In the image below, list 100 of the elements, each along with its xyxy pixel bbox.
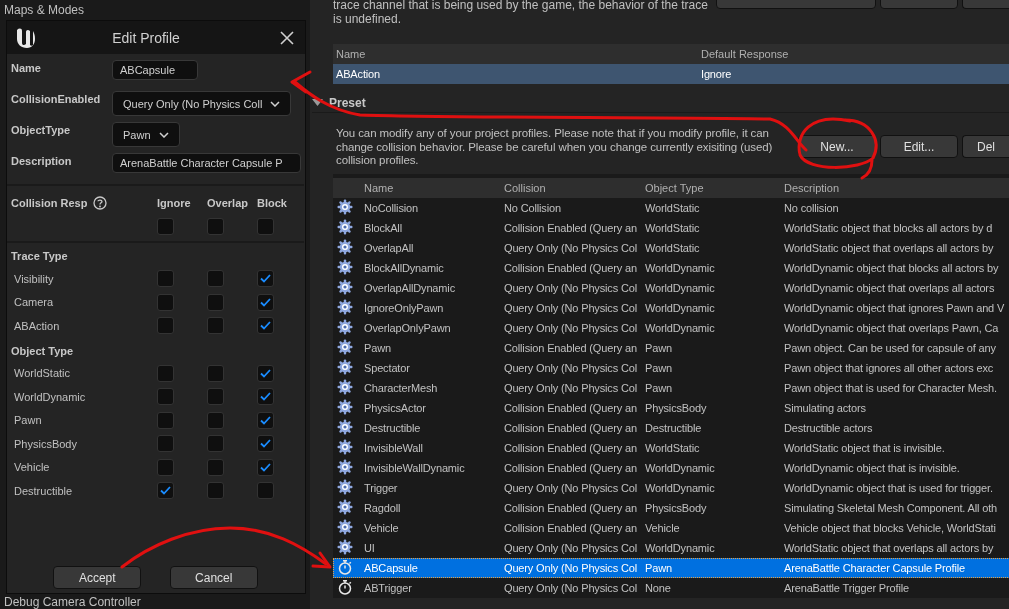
- checkbox[interactable]: [257, 411, 274, 429]
- table-cell-text: IgnoreOnlyPawn: [363, 302, 445, 314]
- checkbox[interactable]: [157, 435, 174, 453]
- checkbox[interactable]: [157, 270, 174, 288]
- toolbar-button[interactable]: Del: [962, 135, 1009, 158]
- table-cell-text: WorldStatic object that overlaps all actors by: [783, 242, 995, 254]
- column-header[interactable]: Collision: [502, 182, 643, 194]
- checkbox[interactable]: [257, 482, 274, 500]
- panel-item[interactable]: Maps & Modes: [4, 4, 310, 17]
- checkbox[interactable]: [257, 458, 274, 476]
- panel-item[interactable]: Debug Camera Controller: [4, 596, 310, 609]
- checkbox[interactable]: [207, 293, 224, 311]
- table-row[interactable]: OverlapOnlyPawn Query Only (No Physics Col WorldDynamic WorldDynamic object that overlaps Pawn, Ca: [333, 318, 1009, 338]
- check-icon: [260, 368, 271, 378]
- table-row[interactable]: ABCapsule Query Only (No Physics Col Pawn ArenaBattle Character Capsule Profile: [333, 558, 1009, 578]
- table-row[interactable]: NoCollision No Collision WorldStatic No collision: [333, 198, 1009, 218]
- checkbox[interactable]: [207, 435, 224, 453]
- table-row[interactable]: ABAction Ignore: [333, 64, 1009, 84]
- dropdown[interactable]: Query Only (No Physics Coll: [112, 91, 292, 116]
- column-header[interactable]: Default Response: [698, 48, 1009, 60]
- caret-icon: [158, 131, 169, 138]
- table-cell-text: Pawn: [363, 342, 392, 354]
- table-row[interactable]: Vehicle Collision Enabled (Query an Vehicle Vehicle object that blocks Vehicle, WorldStati: [333, 518, 1009, 538]
- checkbox[interactable]: [157, 388, 174, 406]
- gear-icon: [337, 339, 353, 355]
- checkbox[interactable]: [257, 364, 274, 382]
- table-cell-text: ArenaBattle Character Capsule Profile: [783, 562, 966, 574]
- gear-icon: [337, 379, 353, 395]
- gear-icon: [337, 399, 353, 415]
- checkbox[interactable]: [157, 317, 174, 335]
- table-cell-text: WorldDynamic object that overlaps all actors: [783, 282, 996, 294]
- table-row[interactable]: Pawn Collision Enabled (Query an Pawn Pawn object. Can be used for capsule of any: [333, 338, 1009, 358]
- table-row[interactable]: BlockAllDynamic Collision Enabled (Query an WorldDynamic WorldDynamic object that blocks all actors by: [333, 258, 1009, 278]
- checkbox[interactable]: [257, 293, 274, 311]
- gear-icon: [337, 299, 353, 315]
- column-header[interactable]: Description: [782, 182, 1009, 194]
- column-header[interactable]: Name: [333, 48, 698, 60]
- checkbox[interactable]: [257, 270, 274, 288]
- row-label: Pawn: [13, 414, 43, 427]
- table-cell-text: None: [644, 582, 672, 594]
- gear-icon: [337, 519, 353, 535]
- table-row[interactable]: CharacterMesh Query Only (No Physics Col Pawn Pawn object that is used for Character Mesh.: [333, 378, 1009, 398]
- table-cell-text: WorldDynamic object that is invisible.: [783, 462, 961, 474]
- section-label: Collision Resp: [11, 197, 88, 209]
- checkbox[interactable]: [207, 270, 224, 288]
- checkbox[interactable]: [207, 364, 224, 382]
- checkbox[interactable]: [257, 217, 274, 235]
- dialog-button[interactable]: Accept: [53, 566, 142, 589]
- table-row[interactable]: Destructible Collision Enabled (Query an Destructible Destructible actors: [333, 418, 1009, 438]
- checkbox[interactable]: [207, 411, 224, 429]
- checkbox[interactable]: [157, 217, 174, 235]
- dialog-button[interactable]: Cancel: [169, 566, 258, 589]
- table-row[interactable]: PhysicsActor Collision Enabled (Query an PhysicsBody Simulating actors: [333, 398, 1009, 418]
- table-cell-text: WorldStatic: [644, 222, 701, 234]
- table-cell-text: BlockAllDynamic: [363, 262, 445, 274]
- table-cell-text: WorldDynamic: [644, 302, 716, 314]
- table-row[interactable]: BlockAll Collision Enabled (Query an WorldStatic WorldStatic object that blocks all actors by d: [333, 218, 1009, 238]
- table-row[interactable]: ABTrigger Query Only (No Physics Col None ArenaBattle Trigger Profile: [333, 578, 1009, 598]
- table-cell-text: OverlapAll: [363, 242, 415, 254]
- group-title: Trace Type: [11, 249, 69, 264]
- checkbox[interactable]: [257, 435, 274, 453]
- toolbar-button[interactable]: Edit...: [880, 135, 958, 158]
- table-row[interactable]: Spectator Query Only (No Physics Col Pawn Pawn object that ignores all other actors exc: [333, 358, 1009, 378]
- table-cell-text: WorldStatic object that overlaps all actors by: [783, 542, 995, 554]
- table-row[interactable]: Ragdoll Collision Enabled (Query an PhysicsBody Simulating Skeletal Mesh Component. All oth: [333, 498, 1009, 518]
- checkbox[interactable]: [207, 388, 224, 406]
- table-cell-text: Vehicle: [363, 522, 400, 534]
- table-row[interactable]: InvisibleWall Collision Enabled (Query an WorldStatic WorldStatic object that is invisible.: [333, 438, 1009, 458]
- checkbox[interactable]: [207, 458, 224, 476]
- table-cell-text: Collision Enabled (Query an: [503, 462, 638, 474]
- checkbox[interactable]: [207, 217, 224, 235]
- checkbox[interactable]: [257, 317, 274, 335]
- checkbox[interactable]: [257, 388, 274, 406]
- table-row[interactable]: OverlapAllDynamic Query Only (No Physics Col WorldDynamic WorldDynamic object that overlaps all actors: [333, 278, 1009, 298]
- table-cell-text: Simulating actors: [783, 402, 867, 414]
- column-header[interactable]: Name: [362, 182, 502, 194]
- row-label: Visibility: [13, 272, 55, 285]
- section-title[interactable]: Preset: [329, 95, 366, 110]
- checkbox[interactable]: [157, 364, 174, 382]
- table-row[interactable]: UI Query Only (No Physics Col WorldDynamic WorldStatic object that overlaps all actors by: [333, 538, 1009, 558]
- table-row[interactable]: Trigger Query Only (No Physics Col WorldDynamic WorldDynamic object that is used for trigger.: [333, 478, 1009, 498]
- checkbox[interactable]: [157, 411, 174, 429]
- column-header[interactable]: Object Type: [643, 182, 782, 194]
- checkbox[interactable]: [157, 293, 174, 311]
- input-field[interactable]: ArenaBattle Character Capsule P: [112, 153, 301, 173]
- checkbox[interactable]: [157, 482, 174, 500]
- table-row[interactable]: OverlapAll Query Only (No Physics Col WorldStatic WorldStatic object that overlaps all actors by: [333, 238, 1009, 258]
- table-cell-text: ABTrigger: [363, 582, 413, 594]
- input-field[interactable]: ABCapsule: [112, 60, 198, 80]
- table-row[interactable]: InvisibleWallDynamic Collision Enabled (Query an WorldDynamic WorldDynamic object that is invisible.: [333, 458, 1009, 478]
- checkbox[interactable]: [207, 317, 224, 335]
- checkbox[interactable]: [157, 458, 174, 476]
- dropdown[interactable]: Pawn: [112, 122, 180, 147]
- gear-icon: [337, 219, 353, 235]
- table-cell-text: Query Only (No Physics Col: [503, 282, 639, 294]
- toolbar-button[interactable]: New...: [798, 135, 876, 158]
- checkbox[interactable]: [207, 482, 224, 500]
- table-row[interactable]: IgnoreOnlyPawn Query Only (No Physics Col WorldDynamic WorldDynamic object that ignores Pawn and V: [333, 298, 1009, 318]
- row-label: ABAction: [13, 319, 61, 332]
- close-icon: [279, 29, 295, 46]
